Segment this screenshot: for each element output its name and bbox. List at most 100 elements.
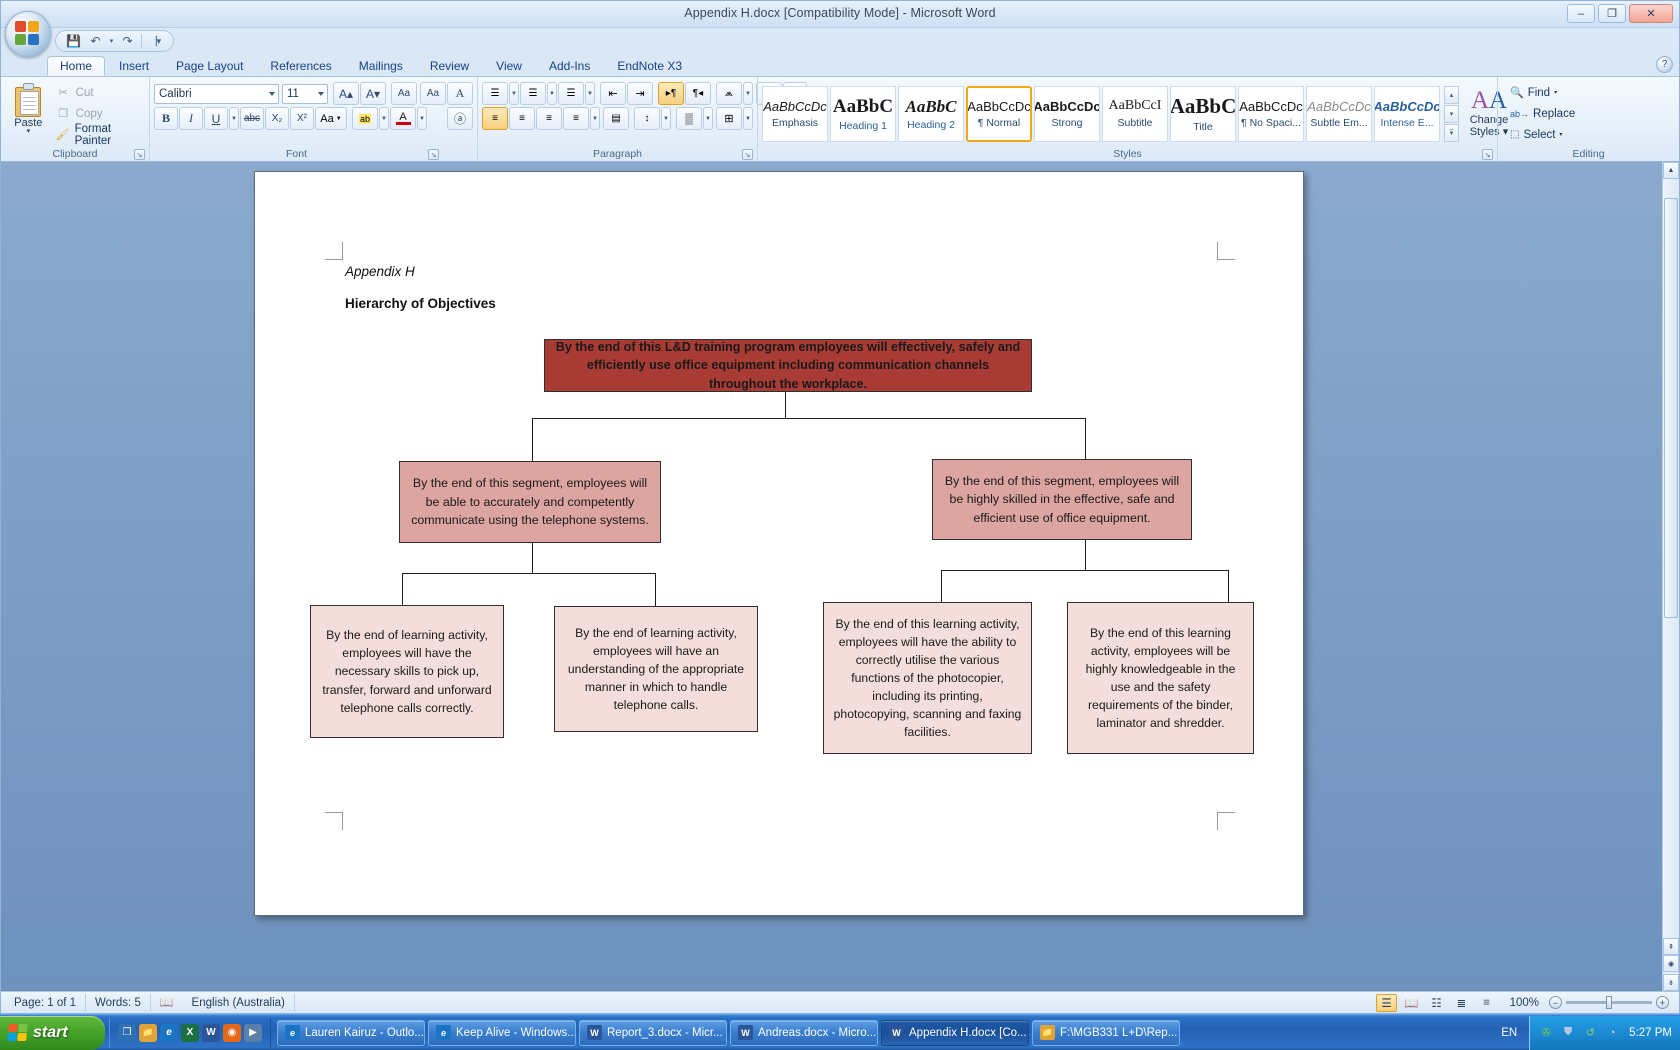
- zoom-track[interactable]: [1566, 996, 1652, 1009]
- styles-scroll-up-button[interactable]: ▴: [1444, 86, 1459, 104]
- media-icon[interactable]: ▶: [244, 1023, 262, 1042]
- sort-dropdown-icon[interactable]: ▼: [743, 82, 753, 105]
- scroll-thumb[interactable]: [1664, 198, 1678, 618]
- maximize-button[interactable]: ❐: [1598, 4, 1626, 23]
- font-size-input[interactable]: 11: [282, 83, 328, 104]
- tab-view[interactable]: View: [483, 56, 535, 76]
- style-item-subtle-emphasis[interactable]: AaBbCcDc Subtle Em...: [1306, 86, 1372, 142]
- shading-dropdown-icon[interactable]: ▼: [703, 107, 713, 130]
- style-item-heading-1[interactable]: AaBbC Heading 1: [830, 86, 896, 142]
- align-left-button[interactable]: ≡: [482, 107, 508, 130]
- cut-button[interactable]: ✂ Cut: [52, 83, 145, 102]
- taskbar-item-report3[interactable]: W Report_3.docx - Micr...: [579, 1019, 727, 1046]
- taskbar-item-keep-alive[interactable]: e Keep Alive - Windows...: [428, 1019, 576, 1046]
- document-canvas[interactable]: Appendix H Hierarchy of Objectives By th…: [1, 162, 1679, 991]
- scroll-up-button[interactable]: ▲: [1663, 162, 1679, 179]
- node-activity-3[interactable]: By the end of this learning activity, em…: [823, 602, 1032, 754]
- shading-button[interactable]: ▒: [676, 107, 702, 130]
- decrease-indent-button[interactable]: ⇤: [600, 82, 626, 105]
- style-item-subtitle[interactable]: AaBbCcI Subtitle: [1102, 86, 1168, 142]
- grow-font-button[interactable]: A▴: [333, 82, 359, 105]
- text-effects-button[interactable]: A: [447, 82, 473, 105]
- style-item-strong[interactable]: AaBbCcDc Strong: [1034, 86, 1100, 142]
- node-activity-2[interactable]: By the end of learning activity, employe…: [554, 606, 758, 732]
- numbering-dropdown-icon[interactable]: ▼: [547, 82, 557, 105]
- change-case-button[interactable]: Aa ▼: [315, 107, 347, 130]
- node-goal[interactable]: By the end of this L&D training program …: [544, 339, 1032, 392]
- justify-button[interactable]: ≡: [563, 107, 589, 130]
- view-full-screen-reading-button[interactable]: 📖: [1401, 994, 1422, 1012]
- node-segment-right[interactable]: By the end of this segment, employees wi…: [932, 459, 1192, 540]
- font-color-button[interactable]: A: [390, 107, 416, 130]
- distributed-button[interactable]: ▤: [603, 107, 629, 130]
- shrink-font-button[interactable]: A▾: [360, 82, 386, 105]
- start-button[interactable]: start: [0, 1015, 105, 1050]
- bullets-dropdown-icon[interactable]: ▼: [509, 82, 519, 105]
- sort-button[interactable]: ⩕: [716, 82, 742, 105]
- text-highlight-button[interactable]: ab: [352, 107, 378, 130]
- help-icon[interactable]: ?: [1656, 56, 1673, 73]
- select-browse-object-button[interactable]: ◉: [1663, 955, 1679, 972]
- chevron-down-icon[interactable]: [269, 91, 275, 96]
- taskbar-item-appendix-h[interactable]: W Appendix H.docx [Co...: [881, 1019, 1029, 1046]
- select-dropdown-icon[interactable]: ▾: [1559, 131, 1562, 138]
- underline-button[interactable]: U: [204, 107, 228, 130]
- font-dialog-launcher[interactable]: ↘: [428, 149, 439, 160]
- show-desktop-icon[interactable]: ❐: [118, 1023, 136, 1042]
- taskbar-item-explorer[interactable]: 📁 F:\MGB331 L+D\Rep...: [1032, 1019, 1180, 1046]
- excel-icon[interactable]: X: [181, 1023, 199, 1042]
- style-item-title[interactable]: AaBbC Title: [1170, 86, 1236, 142]
- styles-dialog-launcher[interactable]: ↘: [1482, 149, 1493, 160]
- tab-endnote[interactable]: EndNote X3: [604, 56, 695, 76]
- close-button[interactable]: ✕: [1629, 4, 1673, 23]
- zoom-slider[interactable]: − +: [1549, 996, 1669, 1009]
- line-spacing-dropdown-icon[interactable]: ▼: [661, 107, 671, 130]
- vertical-scrollbar[interactable]: ▲ ⇞ ◉ ⇟: [1662, 162, 1679, 991]
- network-icon[interactable]: ✇: [1538, 1025, 1554, 1041]
- increase-indent-button[interactable]: ⇥: [627, 82, 653, 105]
- ltr-text-direction-button[interactable]: ▸¶: [658, 82, 684, 105]
- bold-button[interactable]: B: [154, 107, 178, 130]
- node-segment-left[interactable]: By the end of this segment, employees wi…: [399, 461, 661, 543]
- view-draft-button[interactable]: ≡: [1476, 994, 1497, 1012]
- office-button[interactable]: [5, 11, 51, 57]
- format-painter-button[interactable]: 🖌 Format Painter: [52, 123, 145, 147]
- find-button[interactable]: 🔍 Find ▾: [1506, 82, 1561, 103]
- multilevel-dropdown-icon[interactable]: ▼: [585, 82, 595, 105]
- proofing-status[interactable]: 📖: [151, 994, 183, 1011]
- undo-dropdown-icon[interactable]: ▾: [107, 32, 116, 50]
- paragraph-dialog-launcher[interactable]: ↘: [742, 149, 753, 160]
- tab-references[interactable]: References: [257, 56, 344, 76]
- view-print-layout-button[interactable]: ☰: [1376, 993, 1397, 1012]
- styles-scroll-down-button[interactable]: ▾: [1444, 105, 1459, 123]
- zoom-level[interactable]: 100%: [1501, 997, 1545, 1009]
- paste-dropdown-icon[interactable]: ▾: [27, 128, 31, 135]
- paste-button[interactable]: Paste ▾: [5, 80, 52, 146]
- align-center-button[interactable]: ≡: [509, 107, 535, 130]
- tab-mailings[interactable]: Mailings: [346, 56, 416, 76]
- word-icon[interactable]: W: [202, 1023, 220, 1042]
- next-page-button[interactable]: ⇟: [1663, 974, 1679, 991]
- highlight-dropdown-icon[interactable]: ▼: [379, 107, 389, 130]
- page-indicator[interactable]: Page: 1 of 1: [5, 994, 87, 1011]
- select-button[interactable]: ⬚ Select ▾: [1506, 124, 1566, 145]
- find-dropdown-icon[interactable]: ▾: [1554, 89, 1557, 96]
- redo-icon[interactable]: ↷: [117, 32, 138, 50]
- minimize-button[interactable]: –: [1567, 4, 1595, 23]
- tab-review[interactable]: Review: [417, 56, 482, 76]
- styles-more-button[interactable]: ▾̅: [1444, 124, 1459, 142]
- view-outline-button[interactable]: ≣: [1451, 994, 1472, 1012]
- superscript-button[interactable]: X²: [290, 107, 314, 130]
- font-family-input[interactable]: Calibri: [154, 83, 279, 104]
- zoom-out-button[interactable]: −: [1549, 996, 1562, 1009]
- subscript-button[interactable]: X₂: [265, 107, 289, 130]
- customize-qat-icon[interactable]: ▕▾: [145, 32, 166, 50]
- security-shield-icon[interactable]: ⛊: [1560, 1025, 1576, 1041]
- undo-icon[interactable]: ↶: [85, 32, 106, 50]
- phonetic-guide-button-2[interactable]: ⓐ: [447, 107, 473, 130]
- chevron-down-icon[interactable]: [318, 91, 324, 96]
- style-item-no-spacing[interactable]: AaBbCcDc ¶ No Spaci...: [1238, 86, 1304, 142]
- node-activity-4[interactable]: By the end of this learning activity, em…: [1067, 602, 1254, 754]
- previous-page-button[interactable]: ⇞: [1663, 938, 1679, 955]
- borders-button[interactable]: ⊞: [716, 107, 742, 130]
